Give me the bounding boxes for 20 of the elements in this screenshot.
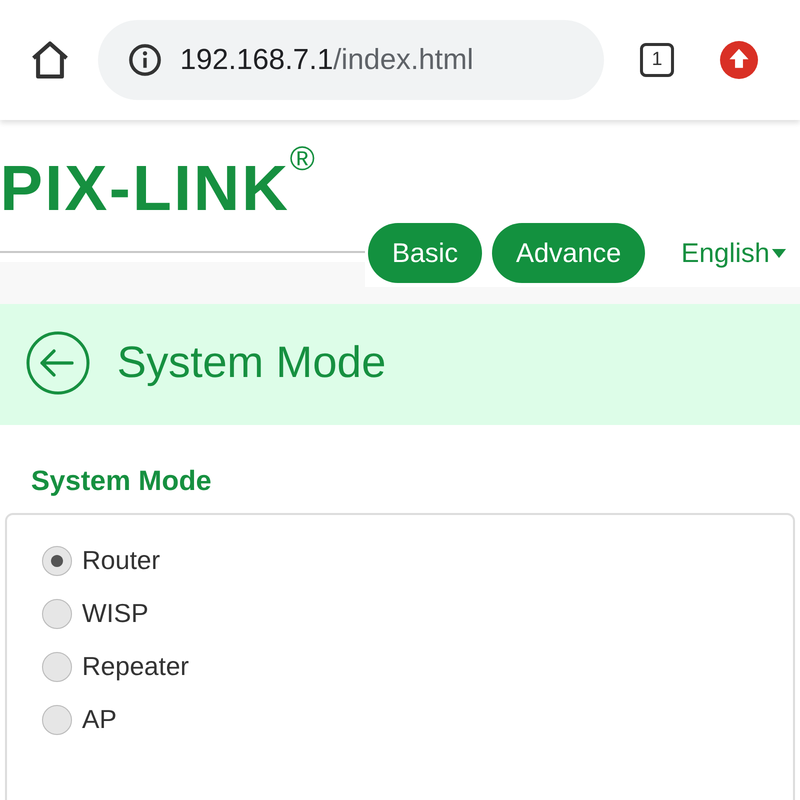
tab-count-button[interactable]: 1 xyxy=(640,43,674,77)
section-title: System Mode xyxy=(31,465,212,497)
radio-label[interactable]: AP xyxy=(82,704,117,735)
nav-tab[interactable]: Basic xyxy=(368,223,482,283)
address-bar[interactable]: 192.168.7.1/index.html xyxy=(98,20,604,100)
radio-label[interactable]: WISP xyxy=(82,598,148,629)
info-icon[interactable] xyxy=(128,43,162,77)
radio-button[interactable] xyxy=(42,652,72,682)
brand-logo: PIX-LINK$^{®}$ xyxy=(0,144,317,220)
caret-icon xyxy=(772,248,786,258)
language-dropdown[interactable]: English xyxy=(681,238,786,268)
radio-button[interactable] xyxy=(42,704,72,734)
radio-button[interactable] xyxy=(42,598,72,628)
radio-label[interactable]: Repeater xyxy=(82,651,189,682)
page-title: System Mode xyxy=(117,338,386,388)
update-icon[interactable] xyxy=(720,41,758,79)
back-icon[interactable] xyxy=(26,330,90,394)
nav-tab[interactable]: Advance xyxy=(492,223,646,283)
radio-label[interactable]: Router xyxy=(82,545,160,576)
radio-button[interactable] xyxy=(42,546,72,576)
